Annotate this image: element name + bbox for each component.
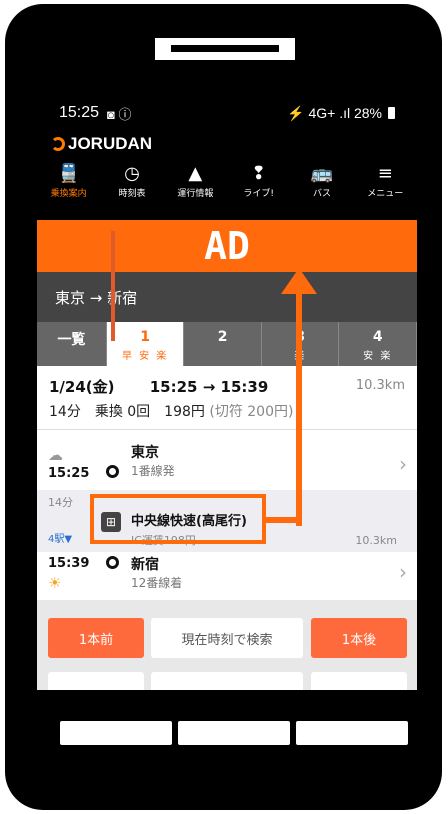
- timetable-icon: ◷: [124, 163, 140, 184]
- tab-timetable[interactable]: ◷ 時刻表: [100, 162, 163, 199]
- tab-transfer[interactable]: 🚆 乗換案内: [37, 162, 100, 199]
- logo-mark-icon: [51, 137, 65, 151]
- search-buttons: 1本前 現在時刻で検索 1本後: [37, 600, 417, 690]
- route-line: [111, 231, 115, 341]
- extra-button-3[interactable]: [311, 672, 407, 690]
- from-time: 15:25: [48, 466, 90, 481]
- stop-dot-icon: [106, 556, 119, 569]
- battery-icon: [388, 107, 395, 119]
- stop-dot-icon: [106, 465, 119, 478]
- phone-speaker: [155, 38, 295, 60]
- annotation-arrow-shaft: [296, 292, 302, 526]
- nav-key-home[interactable]: [178, 721, 290, 745]
- from-station: 東京: [131, 445, 159, 461]
- extra-button-2[interactable]: [151, 672, 303, 690]
- from-platform: 1番線発: [131, 464, 175, 478]
- menu-icon: ≡: [377, 163, 393, 184]
- leg-duration: 14分: [48, 496, 73, 509]
- status-icons-right: ⚡ 4G+ .ıl 28%: [287, 105, 395, 122]
- next-train-button[interactable]: 1本後: [311, 618, 407, 658]
- arrival-stop[interactable]: 15:39 ☀ 新宿 12番線着 ›: [37, 552, 417, 600]
- extra-button-1[interactable]: [48, 672, 144, 690]
- bus-icon: 🚌: [310, 163, 334, 184]
- ad-banner[interactable]: AD: [37, 220, 417, 272]
- main-tabs: 🚆 乗換案内 ◷ 時刻表 ▲ 運行情報 ❢ ライブ! 🚌 バス ≡ メニュー: [37, 162, 417, 199]
- route-header: 東京 → 新宿: [37, 272, 417, 322]
- to-platform: 12番線着: [131, 576, 183, 590]
- leg-distance: 10.3km: [355, 534, 397, 547]
- tab-menu[interactable]: ≡ メニュー: [354, 162, 417, 199]
- train-icon: 🚆: [57, 163, 80, 184]
- phone-nav-keys: [60, 721, 408, 745]
- annotation-highlight-box: [90, 494, 266, 544]
- warning-icon: ▲: [188, 163, 203, 184]
- tab-bus[interactable]: 🚌 バス: [290, 162, 353, 199]
- app-screen: 15:25 ◙ ⓘ ⚡ 4G+ .ıl 28% JORUDAN 🚆 乗換案内 ◷…: [37, 96, 417, 690]
- summary-distance: 10.3km: [355, 378, 405, 393]
- live-icon: ❢: [251, 163, 267, 184]
- chevron-right-icon: ›: [399, 452, 407, 476]
- tab-service-info[interactable]: ▲ 運行情報: [164, 162, 227, 199]
- jorudan-logo: JORUDAN: [51, 134, 152, 154]
- status-bar: 15:25 ◙ ⓘ ⚡ 4G+ .ıl 28%: [37, 96, 417, 130]
- status-icons-left: ◙ ⓘ: [107, 106, 132, 122]
- status-time: 15:25: [59, 104, 100, 121]
- result-tab-list[interactable]: 一覧: [37, 322, 107, 366]
- annotation-arrow-connector: [262, 517, 302, 523]
- summary-info: 14分 乗換 0回 198円: [49, 404, 205, 420]
- route-summary: 1/24(金) 15:25 → 15:39 10.3km 14分 乗換 0回 1…: [37, 366, 417, 430]
- nav-key-recent[interactable]: [296, 721, 408, 745]
- search-now-button[interactable]: 現在時刻で検索: [151, 618, 303, 658]
- app-header: JORUDAN 🚆 乗換案内 ◷ 時刻表 ▲ 運行情報 ❢ ライブ! 🚌 バス: [37, 130, 417, 220]
- to-time: 15:39: [48, 556, 90, 571]
- annotation-arrow-head-icon: [281, 268, 317, 294]
- result-tabs: 一覧 1 早 安 楽 2 3 楽 4 安 楽: [37, 322, 417, 366]
- cloud-icon: ☁: [48, 446, 63, 464]
- tab-live[interactable]: ❢ ライブ!: [227, 162, 290, 199]
- result-tab-2[interactable]: 2: [184, 322, 262, 366]
- summary-date: 1/24(金): [49, 378, 115, 396]
- summary-times: 15:25 → 15:39: [149, 378, 269, 396]
- leg-stations-toggle[interactable]: 4駅▼: [48, 530, 72, 545]
- departure-stop[interactable]: ☁ 東京 1番線発 15:25 ›: [37, 438, 417, 490]
- previous-train-button[interactable]: 1本前: [48, 618, 144, 658]
- summary-ticket: (切符 200円): [209, 404, 294, 420]
- sun-icon: ☀: [48, 574, 62, 592]
- to-station: 新宿: [131, 557, 159, 573]
- result-tab-4[interactable]: 4 安 楽: [339, 322, 417, 366]
- nav-key-back[interactable]: [60, 721, 172, 745]
- chevron-right-icon: ›: [399, 560, 407, 584]
- result-tab-1[interactable]: 1 早 安 楽: [106, 322, 185, 366]
